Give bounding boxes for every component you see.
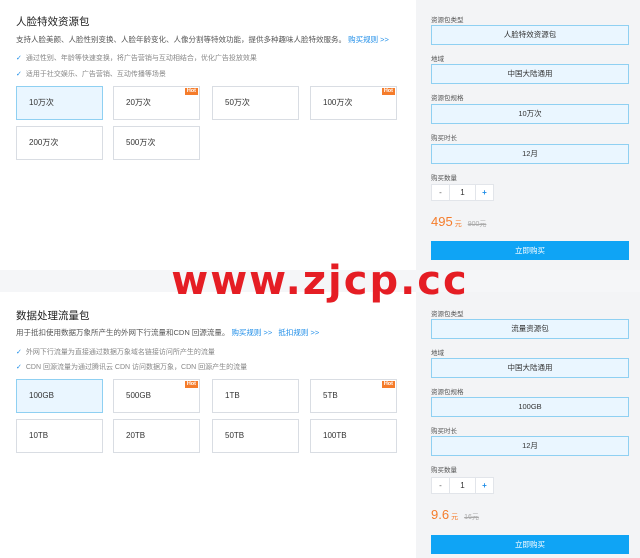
spec-label: 资源包规格: [431, 95, 464, 102]
pack-info: 人脸特效资源包 支持人脸美颜、人脸性别变换、人脸年龄变化、人像分割等特效功能，提…: [0, 0, 416, 270]
face-effect-pack-section: 人脸特效资源包 支持人脸美颜、人脸性别变换、人脸年龄变化、人像分割等特效功能，提…: [0, 0, 640, 270]
hot-badge: Hot: [381, 88, 395, 95]
spec-option-label: 50TB: [225, 431, 245, 440]
spec-option[interactable]: 500GB Hot: [113, 379, 200, 413]
duration-field[interactable]: 12月: [431, 436, 629, 456]
type-field[interactable]: 人脸特效资源包: [431, 25, 629, 45]
spec-option-label: 500GB: [126, 391, 151, 400]
type-label: 资源包类型: [431, 311, 464, 318]
quantity-stepper: - 1 +: [431, 477, 494, 494]
duration-label: 购买时长: [431, 135, 457, 142]
spec-option[interactable]: 20TB: [113, 419, 200, 453]
buy-now-button[interactable]: 立即购买: [431, 535, 629, 554]
price-display: 9.6 元 16元: [431, 507, 479, 522]
spec-option-label: 100万次: [323, 98, 353, 107]
spec-option-label: 1TB: [225, 391, 240, 400]
spec-option-label: 500万次: [126, 138, 156, 147]
pack-description: 用于抵扣使用数据万象所产生的外网下行流量和CDN 回源流量。 购买规则 >> 抵…: [16, 327, 319, 338]
original-price: 16元: [464, 514, 479, 521]
quantity-input[interactable]: 1: [450, 185, 475, 200]
spec-option[interactable]: 10TB: [16, 419, 103, 453]
price-value: 9.6: [431, 507, 450, 522]
duration-label: 购买时长: [431, 428, 457, 435]
purchase-rules-link[interactable]: 购买规则 >>: [231, 328, 272, 337]
feature-text: 适用于社交娱乐、广告营销、互动传播等场景: [25, 71, 166, 78]
hot-badge: Hot: [381, 381, 395, 388]
spec-option-label: 50万次: [225, 98, 250, 107]
spec-field[interactable]: 10万次: [431, 104, 629, 124]
pack-title: 人脸特效资源包: [16, 16, 90, 28]
pack-info: 数据处理流量包 用于抵扣使用数据万象所产生的外网下行流量和CDN 回源流量。 购…: [0, 292, 416, 558]
spec-option[interactable]: 100TB: [310, 419, 397, 453]
hot-badge: Hot: [184, 88, 198, 95]
spec-option-label: 20万次: [126, 98, 151, 107]
spec-option[interactable]: 200万次: [16, 126, 103, 160]
increment-button[interactable]: +: [475, 478, 493, 493]
spec-option[interactable]: 50TB: [212, 419, 299, 453]
decrement-button[interactable]: -: [432, 185, 450, 200]
order-panel: 资源包类型 流量资源包 地域 中国大陆通用 资源包规格 100GB 购买时长 1…: [416, 292, 640, 558]
hot-badge: Hot: [184, 381, 198, 388]
spec-option-label: 10万次: [29, 98, 54, 107]
site-watermark: www.zjcp.cc: [171, 258, 469, 304]
quantity-input[interactable]: 1: [450, 478, 475, 493]
price-unit: 元: [451, 514, 459, 521]
region-field[interactable]: 中国大陆通用: [431, 64, 629, 84]
order-panel: 资源包类型 人脸特效资源包 地域 中国大陆通用 资源包规格 10万次 购买时长 …: [416, 0, 640, 270]
feature-text: CDN 回源流量为通过腾讯云 CDN 访问数据万象，CDN 回源产生的流量: [25, 364, 248, 371]
spec-option[interactable]: 10万次: [16, 86, 103, 120]
check-icon: ✓: [16, 71, 22, 78]
price-display: 495 元 900元: [431, 214, 486, 229]
type-label: 资源包类型: [431, 17, 464, 24]
check-icon: ✓: [16, 364, 22, 371]
pack-title: 数据处理流量包: [16, 310, 90, 322]
spec-field[interactable]: 100GB: [431, 397, 629, 417]
feature-item: ✓ 适用于社交娱乐、广告营销、互动传播等场景: [16, 69, 166, 79]
feature-text: 外网下行流量为直接通过数据万象域名链接访问所产生的流量: [25, 349, 215, 356]
spec-option[interactable]: 100GB: [16, 379, 103, 413]
quantity-label: 购买数量: [431, 467, 457, 474]
spec-option-label: 10TB: [29, 431, 49, 440]
spec-option[interactable]: 1TB: [212, 379, 299, 413]
price-unit: 元: [454, 221, 462, 228]
region-label: 地域: [431, 56, 444, 63]
spec-option[interactable]: 5TB Hot: [310, 379, 397, 413]
increment-button[interactable]: +: [475, 185, 493, 200]
spec-option-label: 100TB: [323, 431, 347, 440]
pack-description-text: 用于抵扣使用数据万象所产生的外网下行流量和CDN 回源流量。: [16, 328, 230, 337]
feature-item: ✓ CDN 回源流量为通过腾讯云 CDN 访问数据万象，CDN 回源产生的流量: [16, 362, 247, 372]
feature-item: ✓ 外网下行流量为直接通过数据万象域名链接访问所产生的流量: [16, 347, 215, 357]
quantity-label: 购买数量: [431, 175, 457, 182]
original-price: 900元: [467, 221, 487, 228]
spec-option-label: 200万次: [29, 138, 59, 147]
spec-option[interactable]: 500万次: [113, 126, 200, 160]
purchase-rules-link[interactable]: 购买规则 >>: [348, 35, 389, 44]
type-field[interactable]: 流量资源包: [431, 319, 629, 339]
price-value: 495: [431, 214, 453, 229]
check-icon: ✓: [16, 349, 22, 356]
spec-option-label: 20TB: [126, 431, 146, 440]
spec-option[interactable]: 20万次 Hot: [113, 86, 200, 120]
pack-description: 支持人脸美颜、人脸性别变换、人脸年龄变化、人像分割等特效功能，提供多种趣味人脸特…: [16, 34, 389, 45]
region-field[interactable]: 中国大陆通用: [431, 358, 629, 378]
spec-label: 资源包规格: [431, 389, 464, 396]
spec-option-label: 5TB: [323, 391, 338, 400]
traffic-pack-section: 数据处理流量包 用于抵扣使用数据万象所产生的外网下行流量和CDN 回源流量。 购…: [0, 292, 640, 558]
region-label: 地域: [431, 350, 444, 357]
pack-description-text: 支持人脸美颜、人脸性别变换、人脸年龄变化、人像分割等特效功能，提供多种趣味人脸特…: [16, 35, 346, 44]
decrement-button[interactable]: -: [432, 478, 450, 493]
duration-field[interactable]: 12月: [431, 144, 629, 164]
deduction-rules-link[interactable]: 抵扣规则 >>: [278, 328, 319, 337]
check-icon: ✓: [16, 55, 22, 62]
quantity-stepper: - 1 +: [431, 184, 494, 201]
spec-option[interactable]: 100万次 Hot: [310, 86, 397, 120]
feature-item: ✓ 通过性别、年龄等快速变换，将广告营销与互动相结合，优化广告投放效果: [16, 53, 257, 63]
feature-text: 通过性别、年龄等快速变换，将广告营销与互动相结合，优化广告投放效果: [25, 55, 257, 62]
spec-option-label: 100GB: [29, 391, 54, 400]
spec-option[interactable]: 50万次: [212, 86, 299, 120]
